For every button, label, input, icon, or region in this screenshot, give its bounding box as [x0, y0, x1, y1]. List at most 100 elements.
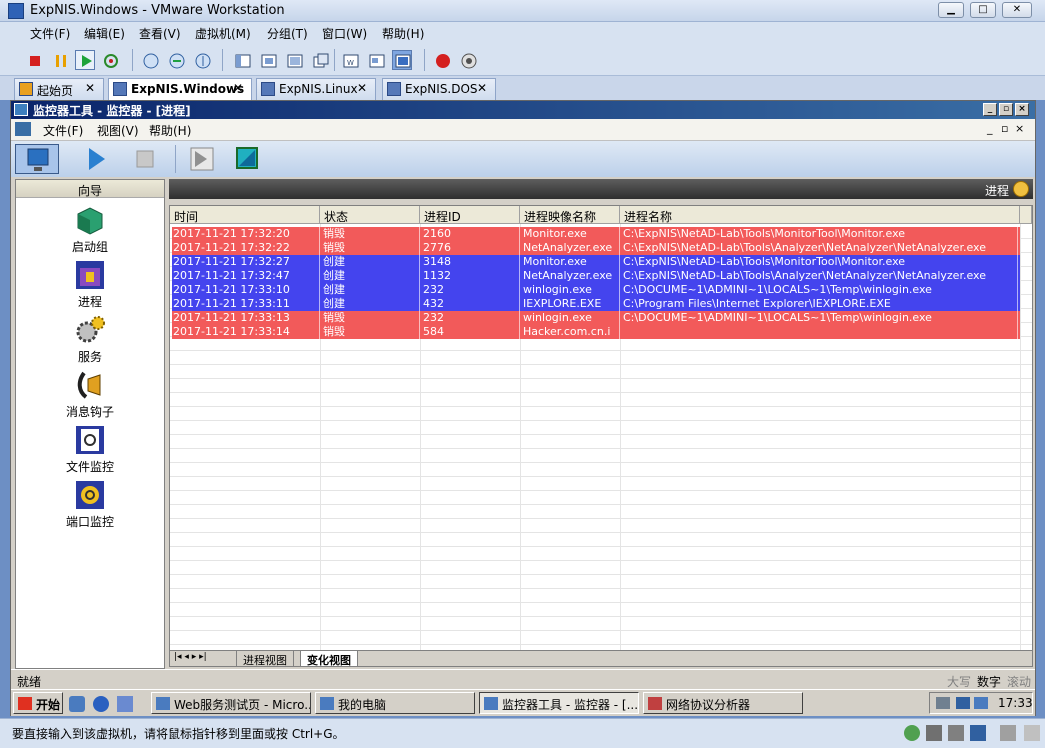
taskbar-button-label: 监控器工具 - 监控器 - [... — [502, 698, 639, 712]
taskbar-button-label: Web服务测试页 - Micro... — [174, 698, 311, 712]
tray-icon[interactable] — [936, 697, 950, 709]
tab-change-view[interactable]: 变化视图 — [300, 651, 358, 667]
table-row[interactable]: 2017-11-21 17:32:47 创建 1132 NetAnalyzer.exe… — [172, 269, 1020, 283]
tab-process-view[interactable]: 进程视图 — [236, 651, 294, 667]
column-header-image[interactable]: 进程映像名称 — [520, 206, 620, 224]
unity-icon[interactable] — [284, 50, 304, 70]
minimize-button[interactable]: ▁ — [938, 2, 964, 18]
menu-file[interactable]: 文件(F) — [43, 122, 83, 139]
thumbnail-view-icon[interactable] — [392, 50, 412, 70]
reset-icon[interactable] — [100, 50, 120, 70]
floppy-status-icon[interactable] — [948, 725, 964, 741]
power-off-icon[interactable] — [24, 50, 44, 70]
sidebar-item-service[interactable]: 服务 — [16, 314, 164, 365]
sidebar-item-process[interactable]: 进程 — [16, 259, 164, 310]
menu-view[interactable]: 视图(V) — [97, 122, 139, 139]
close-icon[interactable]: ✕ — [233, 81, 243, 95]
cell-status: 销毁 — [320, 241, 420, 255]
cell-path — [620, 325, 1018, 339]
sidebar-item-port-monitor[interactable]: 端口监控 — [16, 479, 164, 530]
taskbar-button-web-test[interactable]: Web服务测试页 - Micro... — [151, 692, 311, 714]
table-row[interactable]: 2017-11-21 17:32:27 创建 3148 Monitor.exe C:\E… — [172, 255, 1020, 269]
menu-view[interactable]: 查看(V) — [139, 25, 181, 42]
menu-vm[interactable]: 虚拟机(M) — [195, 25, 251, 42]
network-tray-icon[interactable] — [974, 697, 988, 709]
quick-switch-icon[interactable] — [310, 50, 330, 70]
table-row[interactable]: 2017-11-21 17:32:22 销毁 2776 NetAnalyzer.exe… — [172, 241, 1020, 255]
guest-screen[interactable]: 监控器工具 - 监控器 - [进程] _ ▫ × 文件(F) 视图(V) 帮助(… — [10, 100, 1036, 716]
mdi-child-icon[interactable] — [15, 122, 31, 136]
sidebar-item-startup[interactable]: 启动组 — [16, 204, 164, 255]
suspend-icon[interactable] — [50, 50, 70, 70]
menu-file[interactable]: 文件(F) — [30, 25, 70, 42]
cell-pid: 232 — [420, 311, 520, 325]
close-button[interactable]: × — [1015, 103, 1029, 116]
taskbar-button-my-computer[interactable]: 我的电脑 — [315, 692, 475, 714]
column-header-filler — [1020, 206, 1032, 224]
network-status-icon[interactable] — [970, 725, 986, 741]
menu-window[interactable]: 窗口(W) — [322, 25, 367, 42]
sidebar-item-file-monitor[interactable]: 文件监控 — [16, 424, 164, 475]
column-header-time[interactable]: 时间 — [170, 206, 320, 224]
taskbar-button-monitor[interactable]: 监控器工具 - 监控器 - [... — [479, 692, 639, 714]
monitor-status-bar: 就绪 大写 数字 滚动 — [11, 669, 1035, 689]
close-icon[interactable]: ✕ — [357, 81, 367, 95]
ie-icon[interactable] — [93, 696, 109, 712]
start-button[interactable]: 开始 — [13, 692, 63, 714]
sidebar-item-hook[interactable]: 消息钩子 — [16, 369, 164, 420]
message-log-icon[interactable] — [1000, 725, 1016, 741]
cell-time: 2017-11-21 17:32:22 — [170, 241, 320, 255]
cell-image: IEXPLORE.EXE — [520, 297, 620, 311]
column-header-pid[interactable]: 进程ID — [420, 206, 520, 224]
menu-help[interactable]: 帮助(H) — [382, 25, 424, 42]
clear-icon[interactable] — [225, 144, 269, 174]
column-header-status[interactable]: 状态 — [320, 206, 420, 224]
mdi-close-button[interactable]: × — [1015, 122, 1024, 135]
menu-group[interactable]: 分组(T) — [267, 25, 308, 42]
tab-expnis-windows[interactable]: ExpNIS.Windows ✕ — [108, 78, 252, 101]
maximize-button[interactable]: □ — [970, 2, 996, 18]
console-view-icon[interactable]: W — [340, 50, 360, 70]
fullscreen-icon[interactable] — [258, 50, 278, 70]
tab-expnis-linux[interactable]: ExpNIS.Linux ✕ — [256, 78, 376, 100]
sheet-nav-arrows[interactable]: |◂ ◂ ▸ ▸| — [172, 651, 209, 667]
minimize-button[interactable]: _ — [983, 103, 997, 116]
close-button[interactable]: ✕ — [1002, 2, 1032, 18]
power-on-icon[interactable] — [75, 50, 95, 70]
column-header-path[interactable]: 进程名称 — [620, 206, 1020, 224]
restore-button[interactable]: ▫ — [999, 103, 1013, 116]
summary-view-icon[interactable] — [366, 50, 386, 70]
tab-expnis-dos[interactable]: ExpNIS.DOS ✕ — [382, 78, 496, 100]
vm-settings-icon[interactable] — [458, 50, 478, 70]
sidebar-view-icon[interactable] — [232, 50, 252, 70]
monitor-view-icon[interactable] — [15, 144, 59, 174]
cell-pid: 432 — [420, 297, 520, 311]
disk-status-icon[interactable] — [904, 725, 920, 741]
menu-help[interactable]: 帮助(H) — [149, 122, 191, 139]
table-row[interactable]: 2017-11-21 17:33:13 销毁 232 winlogin.exe C:\D… — [172, 311, 1020, 325]
table-row[interactable]: 2017-11-21 17:32:20 销毁 2160 Monitor.exe C:\E… — [172, 227, 1020, 241]
table-row[interactable]: 2017-11-21 17:33:14 销毁 584 Hacker.com.cn.i — [172, 325, 1020, 339]
cdrom-status-icon[interactable] — [926, 725, 942, 741]
record-icon[interactable] — [432, 50, 452, 70]
revert-snapshot-icon[interactable] — [166, 50, 186, 70]
table-row[interactable]: 2017-11-21 17:33:11 创建 432 IEXPLORE.EXE C:\P… — [172, 297, 1020, 311]
taskbar-button-protocol-analyzer[interactable]: 网络协议分析器 — [643, 692, 803, 714]
process-grid[interactable]: 时间 状态 进程ID 进程映像名称 进程名称 2017-11-21 17:32:… — [169, 205, 1033, 651]
tab-home[interactable]: 起始页 ✕ — [14, 78, 104, 100]
table-row[interactable]: 2017-11-21 17:33:10 创建 232 winlogin.exe C:\D… — [172, 283, 1020, 297]
quick-launch-icon[interactable] — [117, 696, 133, 712]
step-forward-icon[interactable] — [179, 144, 223, 174]
start-monitor-icon[interactable] — [75, 144, 119, 174]
snapshot-manager-icon[interactable] — [192, 50, 212, 70]
nis-tray-icon[interactable] — [956, 697, 970, 709]
close-icon[interactable]: ✕ — [477, 81, 487, 95]
cell-pid: 2160 — [420, 227, 520, 241]
close-icon[interactable]: ✕ — [85, 81, 95, 95]
show-desktop-icon[interactable] — [69, 696, 85, 712]
mdi-minimize-button[interactable]: _ — [987, 122, 993, 135]
mdi-restore-button[interactable]: ▫ — [1001, 122, 1008, 135]
stop-monitor-icon[interactable] — [123, 144, 167, 174]
menu-edit[interactable]: 编辑(E) — [84, 25, 125, 42]
snapshot-icon[interactable] — [140, 50, 160, 70]
